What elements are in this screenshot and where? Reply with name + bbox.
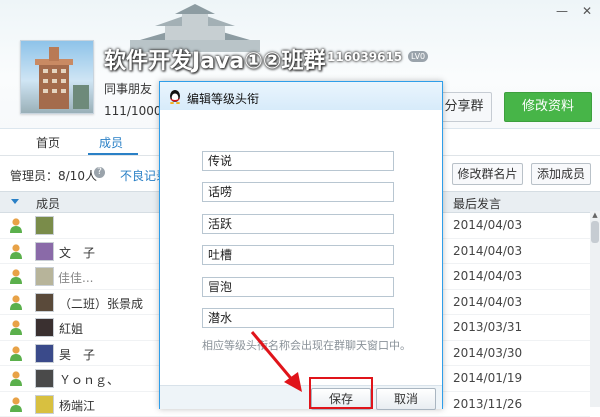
share-group-button[interactable]: 分享群: [436, 92, 492, 122]
window-controls: — ✕: [556, 4, 592, 18]
member-avatar[interactable]: [35, 344, 54, 363]
title-input-6[interactable]: [202, 308, 394, 328]
member-last-speak: 2014/03/30: [453, 346, 522, 360]
member-last-speak: 2014/04/03: [453, 295, 522, 309]
member-name: 紅姐: [59, 320, 83, 337]
title-input-1[interactable]: [202, 151, 394, 171]
tab-home[interactable]: 首页: [36, 134, 60, 151]
column-last-speak[interactable]: 最后发言: [453, 195, 501, 212]
qq-penguin-icon: [167, 88, 183, 104]
member-last-speak: 2013/11/26: [453, 397, 522, 411]
member-last-speak: 2014/04/03: [453, 218, 522, 232]
member-user-icon: [9, 396, 23, 412]
member-name: 佳佳...: [58, 269, 93, 286]
level-badge: LV0: [408, 51, 428, 62]
active-tab-indicator: [88, 153, 138, 155]
tab-members[interactable]: 成员: [99, 134, 123, 151]
member-avatar[interactable]: [35, 242, 54, 261]
scroll-up-icon[interactable]: ▲: [590, 211, 600, 220]
dialog-title: 编辑等级头衔: [187, 90, 259, 107]
title-input-4[interactable]: [202, 245, 394, 265]
help-icon[interactable]: ?: [94, 167, 105, 178]
member-user-icon: [9, 319, 23, 335]
member-avatar[interactable]: [35, 318, 54, 337]
group-avatar[interactable]: [20, 40, 94, 114]
save-highlight-box: [309, 377, 373, 409]
member-user-icon: [9, 345, 23, 361]
member-avatar[interactable]: [35, 369, 54, 388]
group-name: 软件开发Java①②班群: [104, 43, 325, 75]
member-user-icon: [9, 268, 23, 284]
member-last-speak: 2014/04/03: [453, 269, 522, 283]
building-photo-icon: [21, 41, 93, 113]
member-user-icon: [9, 217, 23, 233]
member-name: 文 子: [59, 244, 95, 261]
member-last-speak: 2014/01/19: [453, 371, 522, 385]
sort-dropdown-icon[interactable]: [11, 199, 19, 204]
member-avatar[interactable]: [35, 267, 54, 286]
member-user-icon: [9, 243, 23, 259]
member-name: 昊 子: [59, 346, 95, 363]
group-id: 116039615: [327, 50, 402, 64]
member-last-speak: 2014/04/03: [453, 244, 522, 258]
close-button[interactable]: ✕: [582, 4, 592, 18]
member-last-speak: 2013/03/31: [453, 320, 522, 334]
title-input-5[interactable]: [202, 277, 394, 297]
title-input-2[interactable]: [202, 182, 394, 202]
edit-group-card-button[interactable]: 修改群名片: [452, 163, 523, 185]
title-input-3[interactable]: [202, 214, 394, 234]
member-user-icon: [9, 294, 23, 310]
member-user-icon: [9, 370, 23, 386]
group-category: 同事朋友: [104, 80, 152, 97]
member-name: 杨端江: [59, 397, 95, 414]
member-name: （二班）张景成: [59, 295, 143, 312]
edit-profile-button[interactable]: 修改资料: [504, 92, 592, 122]
scrollbar-thumb[interactable]: [591, 221, 599, 243]
member-avatar[interactable]: [35, 216, 54, 235]
member-name: Ｙｏｎｇ、: [59, 371, 119, 388]
admin-count: 管理员：8/10人: [10, 167, 97, 184]
dialog-title-bar[interactable]: 编辑等级头衔: [160, 82, 442, 110]
minimize-button[interactable]: —: [556, 4, 568, 18]
column-member[interactable]: 成员: [36, 195, 60, 212]
member-avatar[interactable]: [35, 395, 54, 414]
member-avatar[interactable]: [35, 293, 54, 312]
add-member-button[interactable]: 添加成员: [531, 163, 591, 185]
